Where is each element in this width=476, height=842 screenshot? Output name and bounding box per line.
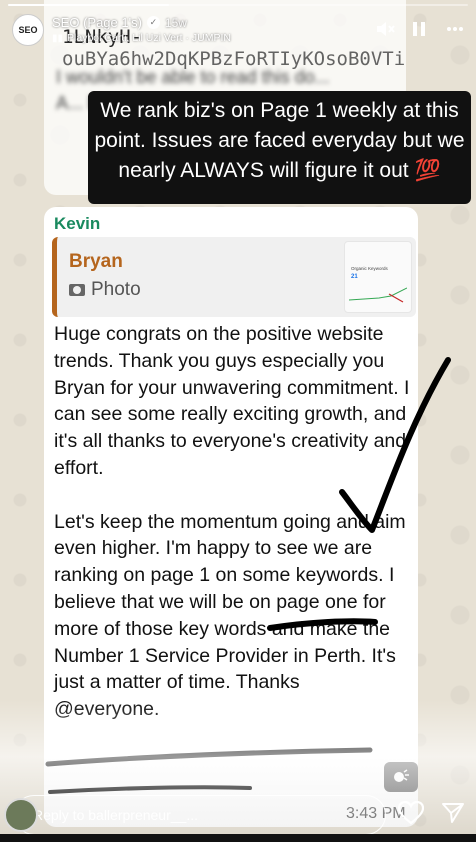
like-heart-icon[interactable] <box>396 798 426 828</box>
bottom-strip <box>0 834 476 842</box>
story-caption: We rank biz's on Page 1 weekly at this p… <box>88 91 471 204</box>
share-send-icon[interactable] <box>438 798 468 828</box>
underline-page1 <box>267 618 378 631</box>
viewer-avatar <box>4 798 38 832</box>
reply-input[interactable] <box>14 795 386 835</box>
react-sticker-icon[interactable] <box>384 762 418 792</box>
checkmark-annotation <box>339 357 451 533</box>
underline-number1 <box>45 747 373 767</box>
underline-perth <box>48 785 252 794</box>
